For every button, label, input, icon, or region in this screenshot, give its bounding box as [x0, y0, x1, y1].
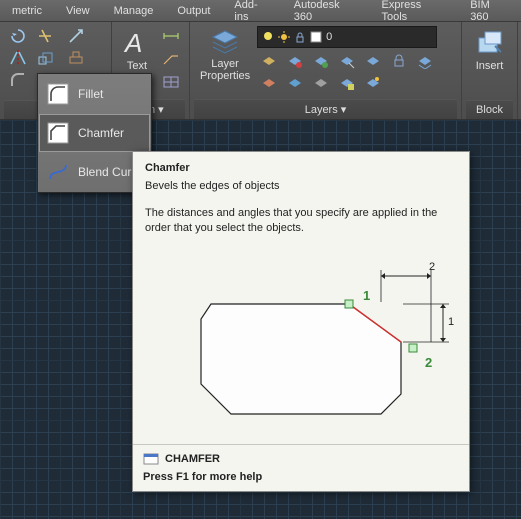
panel-label: Block [466, 100, 513, 119]
tooltip-description: Bevels the edges of objects [145, 180, 457, 192]
layer-tool[interactable] [283, 73, 307, 93]
layer-properties-button[interactable]: Layer Properties [196, 26, 254, 84]
blend-icon [46, 160, 70, 184]
tooltip-footer-hint: Press F1 for more help [143, 471, 459, 483]
layer-tool[interactable] [413, 51, 437, 71]
menu-item[interactable]: Autodesk 360 [282, 0, 370, 23]
chamfer-icon [46, 121, 70, 145]
svg-text:A: A [123, 28, 142, 58]
layer-tool[interactable] [387, 51, 411, 71]
icon-a[interactable] [64, 26, 88, 46]
tooltip-command: CHAMFER [143, 451, 459, 467]
layer-tool[interactable] [283, 51, 307, 71]
layer-tool[interactable] [257, 73, 281, 93]
menu-item[interactable]: Add-ins [222, 0, 281, 23]
tooltip-help-text: The distances and angles that you specif… [145, 206, 457, 236]
layers-icon [210, 28, 240, 56]
flyout-item-fillet[interactable]: Fillet [39, 75, 150, 113]
label: Layer [211, 58, 239, 70]
lock-icon [294, 31, 306, 43]
flyout-item-chamfer[interactable]: Chamfer [39, 114, 150, 152]
label: Insert [476, 60, 504, 72]
menu-item[interactable]: Express Tools [370, 0, 459, 23]
trim-icon[interactable] [33, 26, 57, 46]
menu-bar: metric View Manage Output Add-ins Autode… [0, 0, 521, 22]
command-tooltip: Chamfer Bevels the edges of objects The … [132, 151, 470, 492]
label: Chamfer [78, 126, 124, 140]
dim-value-1: 2 [429, 261, 435, 273]
rotate-icon[interactable] [6, 26, 30, 46]
tooltip-diagram: 1 2 2 1 [151, 244, 451, 434]
label: Properties [200, 70, 250, 82]
color-swatch [310, 31, 322, 43]
text-icon: A [122, 28, 152, 58]
layer-tool[interactable] [309, 51, 333, 71]
layer-tool[interactable] [361, 73, 385, 93]
layer-name: 0 [326, 31, 332, 43]
text-label: Text [127, 60, 147, 72]
fillet-dropdown[interactable] [6, 70, 30, 90]
table-icon[interactable] [159, 72, 183, 92]
bulb-icon [262, 31, 274, 43]
dim-value-2: 1 [448, 316, 454, 328]
icon-b[interactable] [64, 48, 88, 68]
insert-button[interactable]: Insert [471, 26, 509, 98]
tooltip-title: Chamfer [145, 162, 457, 174]
fillet-icon [46, 82, 70, 106]
block-panel: Insert Block [462, 22, 518, 119]
label: Blend Cur [78, 165, 131, 179]
command-name: CHAMFER [165, 453, 220, 465]
menu-item[interactable]: BIM 360 [458, 0, 521, 23]
command-icon [143, 451, 159, 467]
leader-icon[interactable] [159, 49, 183, 69]
menu-item[interactable]: metric [0, 5, 54, 17]
menu-item[interactable]: View [54, 5, 102, 17]
layer-tool[interactable] [257, 51, 281, 71]
insert-icon [475, 28, 505, 58]
menu-item[interactable]: Manage [102, 5, 166, 17]
dim-icon[interactable] [159, 26, 183, 46]
layer-selector[interactable]: 0 [257, 26, 437, 48]
menu-item[interactable]: Output [165, 5, 222, 17]
label: Fillet [78, 87, 103, 101]
layer-tool[interactable] [335, 51, 359, 71]
layer-tool[interactable] [335, 73, 359, 93]
pick-label-2: 2 [425, 355, 432, 370]
pick-label-1: 1 [363, 288, 370, 303]
layer-tool[interactable] [309, 73, 333, 93]
panel-label: Layers ▾ [194, 99, 457, 119]
sun-icon [278, 31, 290, 43]
layers-panel: Layer Properties 0 [190, 22, 462, 119]
mirror-icon[interactable] [6, 48, 30, 68]
layer-tool[interactable] [361, 51, 385, 71]
scale-icon[interactable] [33, 48, 57, 68]
